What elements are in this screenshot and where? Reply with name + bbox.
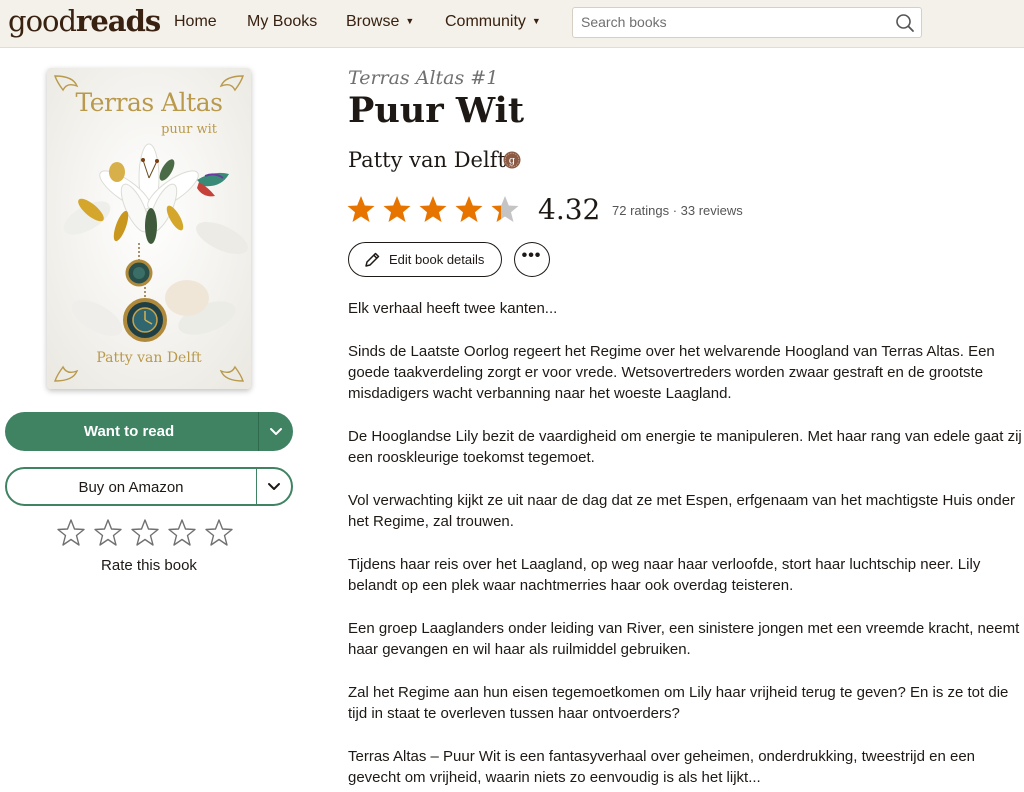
description-paragraph: Een groep Laaglanders onder leiding van …: [348, 620, 1020, 658]
nav-community-label: Community: [445, 13, 526, 30]
description-paragraph: Tijdens haar reis over het Laagland, op …: [348, 556, 981, 594]
book-description: Elk verhaal heeft twee kanten... Sinds d…: [348, 298, 1024, 792]
nav-community[interactable]: Community ▼: [445, 13, 541, 31]
description-paragraph: De Hooglandse Lily bezit de vaardigheid …: [348, 428, 1022, 466]
average-rating-stars: [346, 195, 526, 225]
ratings-reviews-count[interactable]: 72 ratings · 33 reviews: [612, 203, 743, 218]
book-cover[interactable]: Terras Altas puur wit Patty van Delft: [47, 68, 251, 389]
description-paragraph: Vol verwachting kijkt ze uit naar de dag…: [348, 492, 1016, 530]
pencil-icon: [365, 252, 380, 267]
nav-browse-label: Browse: [346, 13, 400, 30]
want-to-read-label: Want to read: [83, 423, 175, 440]
series-link[interactable]: Terras Altas #1: [348, 67, 498, 89]
description-paragraph: Terras Altas – Puur Wit is een fantasyve…: [348, 748, 975, 786]
nav-my-books[interactable]: My Books: [247, 13, 317, 31]
star-filled-icon: [419, 196, 447, 222]
cover-title: Terras Altas: [75, 88, 223, 117]
button-divider: [256, 469, 257, 504]
more-options-button[interactable]: •••: [514, 242, 550, 277]
star-filled-icon: [455, 196, 483, 222]
average-rating-value: 4.32: [538, 193, 601, 226]
cover-author: Patty van Delft: [96, 350, 202, 366]
rate-this-book-label: Rate this book: [101, 557, 197, 574]
search-input[interactable]: [581, 14, 881, 30]
logo-reads-text: reads: [76, 4, 161, 38]
rate-star-1-icon[interactable]: [56, 518, 86, 548]
star-partial-icon: [491, 196, 519, 222]
top-navigation-bar: goodreads Home My Books Browse ▼ Communit…: [0, 0, 1024, 48]
button-divider: [258, 412, 259, 451]
goodreads-author-badge-icon: g: [503, 151, 521, 169]
edit-book-details-button[interactable]: Edit book details: [348, 242, 502, 277]
nav-browse[interactable]: Browse ▼: [346, 13, 414, 31]
nav-home[interactable]: Home: [174, 13, 217, 31]
goodreads-logo[interactable]: goodreads: [8, 4, 161, 38]
logo-good-text: good: [8, 4, 77, 38]
buy-on-amazon-label: Buy on Amazon: [78, 479, 184, 496]
rate-stars: [56, 518, 246, 548]
search-icon[interactable]: [895, 13, 915, 33]
description-paragraph: Elk verhaal heeft twee kanten...: [348, 300, 558, 317]
buy-on-amazon-button[interactable]: Buy on Amazon: [5, 467, 293, 506]
author-link[interactable]: Patty van Delft: [348, 148, 506, 172]
description-paragraph: Zal het Regime aan hun eisen tegemoetkom…: [348, 684, 1009, 722]
nav-home-label: Home: [174, 13, 217, 30]
nav-my-books-label: My Books: [247, 13, 318, 30]
rate-star-5-icon[interactable]: [204, 518, 234, 548]
description-paragraph: Sinds de Laatste Oorlog regeert het Regi…: [348, 343, 995, 402]
book-title: Puur Wit: [348, 90, 524, 131]
caret-down-icon: ▼: [531, 16, 541, 26]
cover-subtitle: puur wit: [161, 122, 217, 137]
star-filled-icon: [347, 196, 375, 222]
chevron-down-icon[interactable]: [267, 425, 285, 439]
more-options-icon: •••: [521, 247, 542, 264]
caret-down-icon: ▼: [405, 16, 415, 26]
search-box: [572, 7, 922, 38]
rate-star-4-icon[interactable]: [167, 518, 197, 548]
star-filled-icon: [383, 196, 411, 222]
rate-star-3-icon[interactable]: [130, 518, 160, 548]
edit-book-details-label: Edit book details: [389, 252, 485, 267]
svg-text:g: g: [509, 156, 516, 167]
want-to-read-button[interactable]: Want to read: [5, 412, 293, 451]
rate-star-2-icon[interactable]: [93, 518, 123, 548]
chevron-down-icon[interactable]: [265, 480, 283, 494]
